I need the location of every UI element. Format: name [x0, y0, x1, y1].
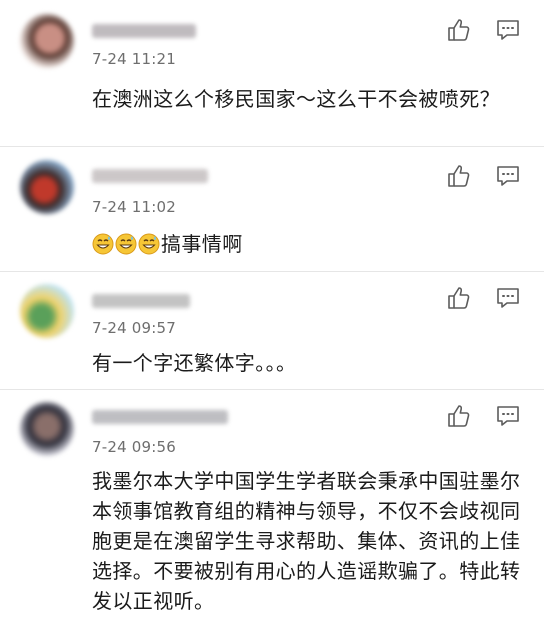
- avatar[interactable]: [20, 160, 74, 214]
- comment-bubble-icon[interactable]: [495, 163, 521, 189]
- username-blurred[interactable]: [92, 410, 228, 424]
- comment-time: 7-24 09:57: [92, 319, 177, 337]
- comment-bubble-icon[interactable]: [495, 17, 521, 43]
- grinning-sweat-emoji: [138, 233, 160, 263]
- comment-time: 7-24 09:56: [92, 438, 177, 456]
- comment-bubble-icon[interactable]: [495, 285, 521, 311]
- username-blurred[interactable]: [92, 169, 208, 183]
- thumbs-up-icon[interactable]: [446, 17, 472, 43]
- avatar[interactable]: [20, 402, 74, 456]
- comment-time: 7-24 11:02: [92, 198, 177, 216]
- username-blurred[interactable]: [92, 24, 196, 38]
- comment-text: 有一个字还繁体字。。。: [92, 351, 297, 375]
- thumbs-up-icon[interactable]: [446, 163, 472, 189]
- comment-item: 7-24 09:57 有一个字还繁体字。。。: [0, 272, 544, 390]
- grinning-sweat-emoji: [92, 233, 114, 263]
- comment-text: 在澳洲这么个移民国家～这么干不会被喷死？: [92, 87, 500, 111]
- comment-item: 7-24 09:56 我墨尔本大学中国学生学者联会秉承中国驻墨尔本领事馆教育组的…: [0, 390, 544, 621]
- thumbs-up-icon[interactable]: [446, 403, 472, 429]
- avatar[interactable]: [20, 14, 74, 68]
- comment-text: 我墨尔本大学中国学生学者联会秉承中国驻墨尔本领事馆教育组的精神与领导，不仅不会歧…: [92, 469, 521, 613]
- comment-text: 搞事情啊: [161, 232, 243, 256]
- comment-item: 7-24 11:02 搞事情啊: [0, 147, 544, 272]
- username-blurred[interactable]: [92, 294, 190, 308]
- comment-time: 7-24 11:21: [92, 50, 177, 68]
- thumbs-up-icon[interactable]: [446, 285, 472, 311]
- comment-item: 7-24 11:21 在澳洲这么个移民国家～这么干不会被喷死？: [0, 0, 544, 147]
- comment-text-line: 搞事情啊: [92, 229, 532, 263]
- grinning-sweat-emoji: [115, 233, 137, 263]
- avatar[interactable]: [20, 284, 74, 338]
- comment-bubble-icon[interactable]: [495, 403, 521, 429]
